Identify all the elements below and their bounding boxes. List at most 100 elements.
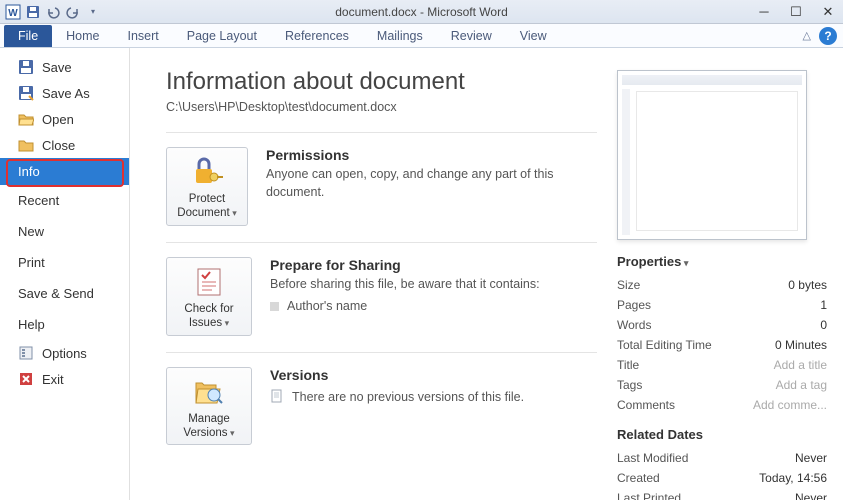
bullet-icon [270,302,279,311]
prop-key: Last Modified [617,451,688,465]
document-thumbnail[interactable] [617,70,807,240]
lock-key-icon [171,154,243,190]
sidebar-item-label: Open [42,112,74,127]
prop-val[interactable]: Add a tag [776,378,827,392]
open-folder-icon [18,111,34,127]
save-icon [18,59,34,75]
tab-references[interactable]: References [271,25,363,47]
close-folder-icon [18,137,34,153]
tab-file[interactable]: File [4,25,52,47]
word-app-icon[interactable]: W [4,3,22,21]
versions-section: Manage Versions Versions There are no pr… [166,352,597,462]
prop-val: 0 [820,318,827,332]
prop-key: Last Printed [617,491,681,500]
properties-panel: Properties Size 0 bytes Pages 1 Words 0 Tot… [617,68,827,500]
info-main-column: Information about document C:\Users\HP\D… [166,68,597,500]
check-issues-button[interactable]: Check for Issues [166,257,252,336]
protect-document-button[interactable]: Protect Document [166,147,248,226]
save-as-icon [18,85,34,101]
options-icon [18,345,34,361]
tab-home[interactable]: Home [52,25,113,47]
tab-page-layout[interactable]: Page Layout [173,25,271,47]
document-path: C:\Users\HP\Desktop\test\document.docx [166,100,597,114]
sidebar-item-exit[interactable]: Exit [0,366,129,392]
section-title: Prepare for Sharing [270,257,540,273]
qat-dropdown-icon[interactable]: ▾ [84,3,102,21]
tab-insert[interactable]: Insert [114,25,173,47]
save-icon[interactable] [24,3,42,21]
sidebar-item-save-as[interactable]: Save As [0,80,129,106]
prop-key: Title [617,358,639,372]
sidebar-nav-label: Info [18,164,40,179]
sidebar-nav-recent[interactable]: Recent [0,185,129,216]
help-icon[interactable]: ? [819,27,837,45]
manage-versions-button[interactable]: Manage Versions [166,367,252,446]
button-label: Protect Document [177,193,236,219]
prop-key: Total Editing Time [617,338,712,352]
prop-val: 0 Minutes [775,338,827,352]
versions-text: There are no previous versions of this f… [292,390,524,404]
prop-key: Pages [617,298,651,312]
prop-val: Never [795,451,827,465]
sidebar-item-label: Save [42,60,72,75]
section-title: Permissions [266,147,597,163]
prepare-sharing-section: Check for Issues Prepare for Sharing Bef… [166,242,597,352]
sidebar-item-close[interactable]: Close [0,132,129,158]
minimize-ribbon-icon[interactable]: △ [803,29,811,42]
versions-text-row: There are no previous versions of this f… [270,389,524,406]
sidebar-item-label: Save As [42,86,90,101]
sidebar-item-label: Exit [42,372,64,387]
sidebar-item-options[interactable]: Options [0,340,129,366]
backstage-sidebar: Save Save As Open Close Info Recent New … [0,48,130,500]
sidebar-nav-help[interactable]: Help [0,309,129,340]
issue-bullet: Author's name [270,299,540,313]
minimize-button[interactable]: ─ [755,4,773,19]
close-button[interactable]: ✕ [819,4,837,20]
section-text: Before sharing this file, be aware that … [270,276,540,294]
page-heading: Information about document [166,68,597,96]
redo-icon[interactable] [64,3,82,21]
undo-icon[interactable] [44,3,62,21]
prop-val[interactable]: Add a title [774,358,827,372]
properties-list: Size 0 bytes Pages 1 Words 0 Total Editing … [617,275,827,415]
sidebar-nav-print[interactable]: Print [0,247,129,278]
prop-key: Words [617,318,651,332]
prop-key: Created [617,471,660,485]
prop-val: Never [795,491,827,500]
ribbon-tabs: File Home Insert Page Layout References … [0,24,843,48]
related-dates-list: Last Modified Never Created Today, 14:56 L… [617,448,827,500]
section-text: Anyone can open, copy, and change any pa… [266,166,597,201]
properties-heading[interactable]: Properties [617,254,827,269]
prop-val: 0 bytes [788,278,827,292]
versions-icon [171,374,247,410]
sidebar-item-open[interactable]: Open [0,106,129,132]
tab-view[interactable]: View [506,25,561,47]
sidebar-item-save[interactable]: Save [0,54,129,80]
related-dates-heading: Related Dates [617,427,827,442]
sidebar-nav-new[interactable]: New [0,216,129,247]
maximize-button[interactable]: ☐ [787,4,805,20]
sidebar-nav-info[interactable]: Info [0,158,129,185]
sidebar-item-label: Options [42,346,87,361]
sidebar-nav-save-send[interactable]: Save & Send [0,278,129,309]
window-title: document.docx - Microsoft Word [0,5,843,19]
bullet-text: Author's name [287,299,367,313]
button-label: Manage Versions [183,413,234,439]
prop-key: Tags [617,378,642,392]
section-title: Versions [270,367,524,383]
prop-val: 1 [820,298,827,312]
prop-val: Today, 14:56 [759,471,827,485]
button-label: Check for Issues [184,303,233,329]
quick-access-toolbar: W ▾ [0,3,102,21]
titlebar: W ▾ document.docx - Microsoft Word ─ ☐ ✕ [0,0,843,24]
exit-icon [18,371,34,387]
tab-mailings[interactable]: Mailings [363,25,437,47]
prop-key: Comments [617,398,675,412]
doc-small-icon [270,389,284,406]
permissions-section: Protect Document Permissions Anyone can … [166,132,597,242]
sidebar-item-label: Close [42,138,75,153]
tab-review[interactable]: Review [437,25,506,47]
svg-text:W: W [8,8,18,19]
prop-val[interactable]: Add comme... [753,398,827,412]
prop-key: Size [617,278,640,292]
